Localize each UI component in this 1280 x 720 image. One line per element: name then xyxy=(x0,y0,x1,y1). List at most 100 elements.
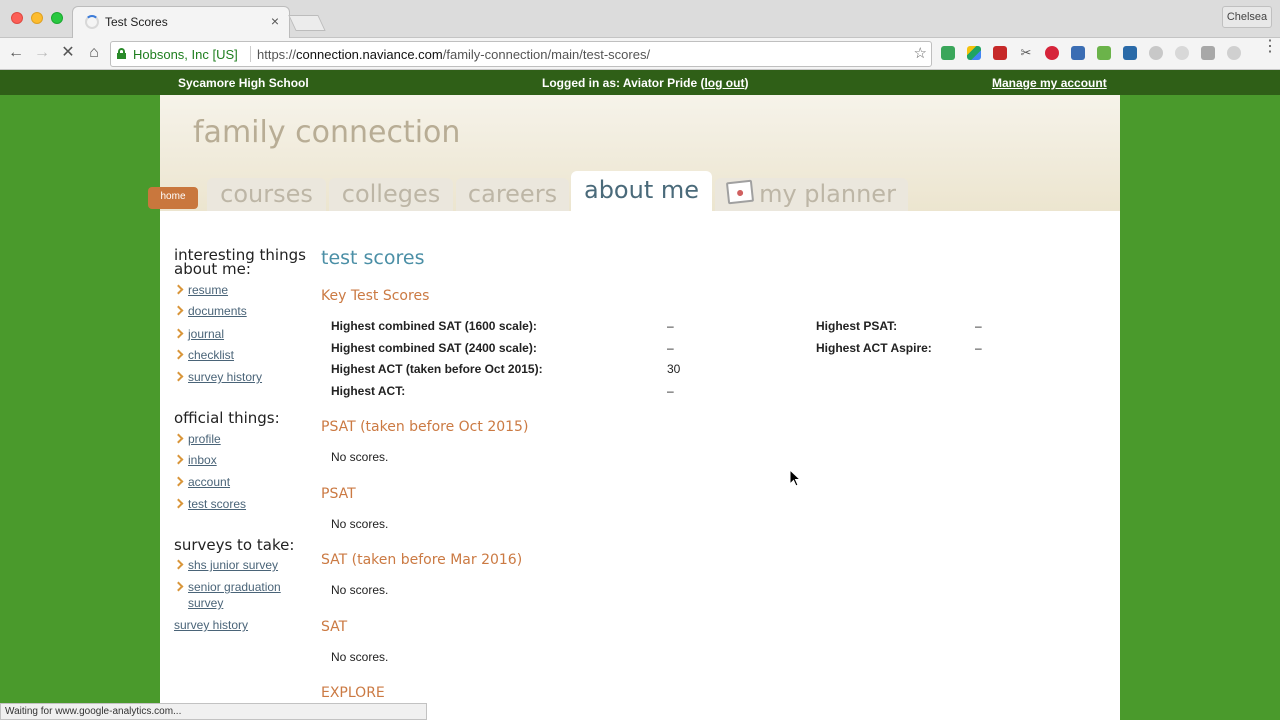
school-name: Sycamore High School xyxy=(178,76,309,90)
bullet-arrow-icon xyxy=(173,454,184,465)
url-path: /family-connection/main/test-scores/ xyxy=(442,47,651,62)
browser-tab-bar: Test Scores × Chelsea xyxy=(0,0,1280,38)
url-text[interactable]: https://connection.naviance.com/family-c… xyxy=(257,47,650,62)
bullet-arrow-icon xyxy=(173,498,184,509)
sat2400-label: Highest combined SAT (2400 scale): xyxy=(331,341,537,355)
no-scores-text: No scores. xyxy=(331,583,389,597)
act-old-label: Highest ACT (taken before Oct 2015): xyxy=(331,362,543,376)
act-aspire-value: – xyxy=(975,341,982,355)
no-scores-text: No scores. xyxy=(331,450,389,464)
forward-arrow-icon[interactable]: → xyxy=(32,43,52,63)
sat2400-value: – xyxy=(667,341,674,355)
zoom-window-button[interactable] xyxy=(51,12,63,24)
scissors-icon[interactable]: ✂ xyxy=(1019,46,1033,60)
sidebar-item-test-scores[interactable]: test scores xyxy=(188,496,246,512)
sidebar-item-documents[interactable]: documents xyxy=(188,303,247,319)
sidebar-survey-history-link[interactable]: survey history xyxy=(174,618,248,632)
extension-gray-icon[interactable] xyxy=(1149,46,1163,60)
browser-toolbar: ← → ✕ ⌂ Hobsons, Inc [US] https://connec… xyxy=(0,38,1280,70)
sidebar-item-checklist[interactable]: checklist xyxy=(188,347,234,363)
sidebar-item-profile[interactable]: profile xyxy=(188,431,221,447)
tab-my-planner[interactable]: my planner xyxy=(715,178,908,211)
section-heading-explore: EXPLORE xyxy=(321,685,385,701)
sidebar-heading-surveys: surveys to take: xyxy=(174,536,295,554)
psat-value: – xyxy=(975,319,982,333)
sidebar-item-inbox[interactable]: inbox xyxy=(188,452,217,468)
sat1600-label: Highest combined SAT (1600 scale): xyxy=(331,319,537,333)
sidebar-item-account[interactable]: account xyxy=(188,474,230,490)
pinterest-icon[interactable] xyxy=(1045,46,1059,60)
bullet-arrow-icon xyxy=(173,559,184,570)
logout-link[interactable]: log out xyxy=(704,76,744,90)
close-window-button[interactable] xyxy=(11,12,23,24)
sidebar-item-junior-survey[interactable]: shs junior survey xyxy=(188,557,278,573)
extension-s-icon[interactable] xyxy=(1123,46,1137,60)
profile-button[interactable]: Chelsea xyxy=(1222,6,1272,28)
page-title: test scores xyxy=(321,247,425,269)
home-icon[interactable]: ⌂ xyxy=(84,43,104,63)
home-tab[interactable]: home xyxy=(148,187,198,209)
no-scores-text: No scores. xyxy=(331,517,389,531)
sidebar-item-senior-survey[interactable]: senior graduation xyxy=(188,579,281,595)
bookmark-star-icon[interactable]: ☆ xyxy=(914,44,927,62)
bullet-arrow-icon xyxy=(173,433,184,444)
bullet-arrow-icon xyxy=(173,328,184,339)
logged-in-suffix: ) xyxy=(744,76,749,90)
status-bar: Waiting for www.google-analytics.com... xyxy=(0,703,427,720)
app-title: family connection xyxy=(193,115,461,150)
section-heading-psat: PSAT xyxy=(321,486,356,502)
sidebar-item-senior-survey-cont[interactable]: survey xyxy=(188,595,223,611)
minimize-window-button[interactable] xyxy=(31,12,43,24)
back-arrow-icon[interactable]: ← xyxy=(6,43,26,63)
tab-close-icon[interactable]: × xyxy=(271,13,279,29)
extension-box-icon[interactable] xyxy=(1201,46,1215,60)
site-identity[interactable]: Hobsons, Inc [US] xyxy=(133,47,238,62)
act-aspire-label: Highest ACT Aspire: xyxy=(816,341,932,355)
extension-sheets-icon[interactable] xyxy=(941,46,955,60)
browser-tab[interactable]: Test Scores × xyxy=(72,6,290,38)
extension-clock-icon[interactable] xyxy=(1175,46,1189,60)
section-heading-psat-old: PSAT (taken before Oct 2015) xyxy=(321,419,529,435)
extension-drive-icon[interactable] xyxy=(967,46,981,60)
act-label: Highest ACT: xyxy=(331,384,406,398)
sat1600-value: – xyxy=(667,319,674,333)
address-divider xyxy=(250,46,251,62)
bullet-arrow-icon xyxy=(173,371,184,382)
mouse-cursor-icon xyxy=(789,469,801,487)
tab-colleges[interactable]: colleges xyxy=(329,178,453,211)
extension-cloud-icon[interactable] xyxy=(1227,46,1241,60)
extension-green-icon[interactable] xyxy=(1097,46,1111,60)
new-tab-button[interactable] xyxy=(288,15,326,31)
sidebar-item-survey-history[interactable]: survey history xyxy=(188,369,262,385)
tab-about-me[interactable]: about me xyxy=(571,171,712,211)
bullet-arrow-icon xyxy=(173,476,184,487)
url-scheme: https:// xyxy=(257,47,297,62)
sidebar-heading-interesting-2: about me: xyxy=(174,260,251,278)
address-bar[interactable]: Hobsons, Inc [US] https://connection.nav… xyxy=(110,41,932,67)
tab-courses[interactable]: courses xyxy=(207,178,326,211)
logged-in-prefix: Logged in as: Aviator Pride ( xyxy=(542,76,705,90)
extension-blue-icon[interactable] xyxy=(1071,46,1085,60)
section-heading-sat: SAT xyxy=(321,619,348,635)
tab-title: Test Scores xyxy=(105,15,168,29)
planner-icon xyxy=(725,179,755,205)
lock-icon xyxy=(117,48,126,59)
manage-account-link[interactable]: Manage my account xyxy=(992,76,1107,90)
act-old-value: 30 xyxy=(667,362,681,376)
tab-careers[interactable]: careers xyxy=(456,178,569,211)
stop-loading-icon[interactable]: ✕ xyxy=(58,43,78,63)
bullet-arrow-icon xyxy=(173,349,184,360)
page-container: family connection home courses colleges … xyxy=(148,95,1120,720)
url-host: connection.naviance.com xyxy=(296,47,443,62)
act-value: – xyxy=(667,384,674,398)
browser-menu-icon[interactable]: ⋮ xyxy=(1262,39,1278,55)
bullet-arrow-icon xyxy=(173,284,184,295)
bullet-arrow-icon xyxy=(173,581,184,592)
no-scores-text: No scores. xyxy=(331,650,389,664)
sidebar-item-journal[interactable]: journal xyxy=(188,326,224,342)
sidebar-heading-official: official things: xyxy=(174,409,280,427)
extension-red-icon[interactable] xyxy=(993,46,1007,60)
sidebar-item-resume[interactable]: resume xyxy=(188,282,228,298)
logged-in-text: Logged in as: Aviator Pride (log out) xyxy=(542,76,748,90)
site-top-bar: Sycamore High School Logged in as: Aviat… xyxy=(0,70,1280,95)
